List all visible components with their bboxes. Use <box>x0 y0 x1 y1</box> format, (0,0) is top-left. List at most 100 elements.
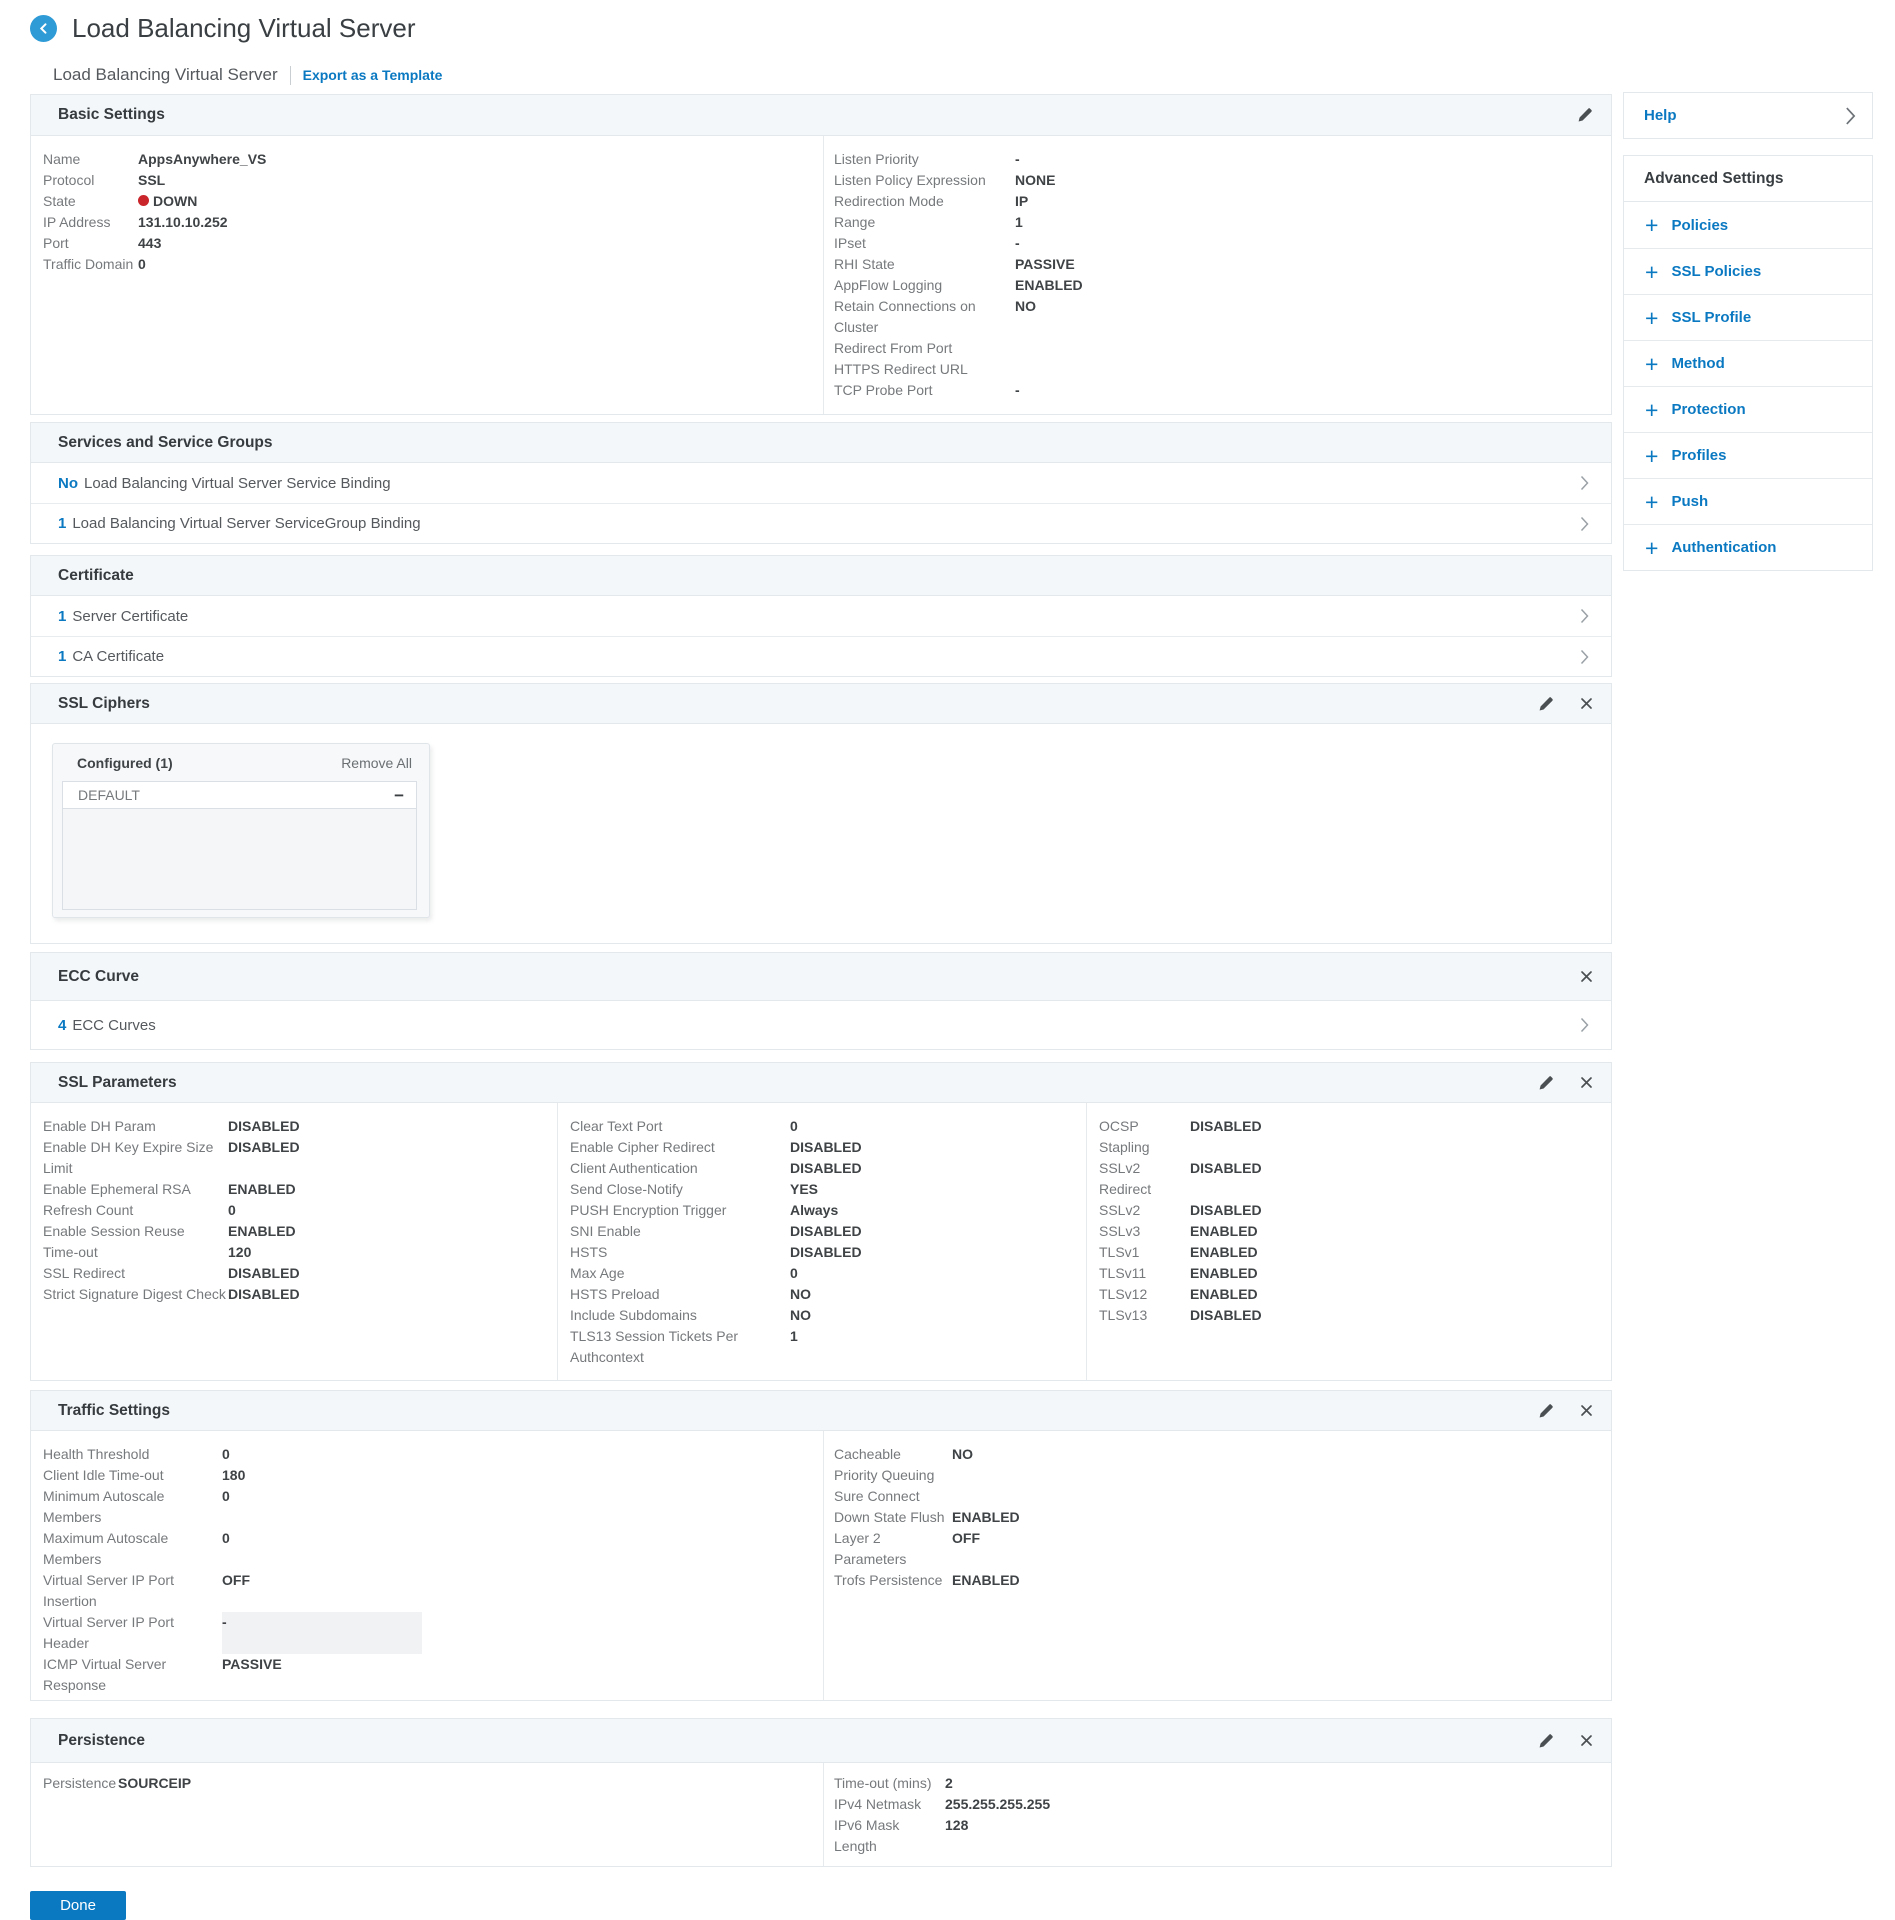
binding-count: 4 <box>58 1017 66 1034</box>
field-row: Layer 2 Parameters OFF <box>834 1528 1611 1570</box>
field-value: OFF <box>222 1570 250 1612</box>
field-row: Client Idle Time-out 180 <box>43 1465 823 1486</box>
ecc-curve-title: ECC Curve <box>58 968 139 986</box>
close-ssl-ciphers-button[interactable] <box>1580 697 1593 710</box>
export-as-template-link[interactable]: Export as a Template <box>303 67 443 83</box>
field-value: ENABLED <box>1190 1221 1258 1242</box>
edit-ssl-parameters-button[interactable] <box>1538 1075 1554 1091</box>
chevron-right-icon <box>1580 608 1589 624</box>
field-label: Enable DH Key Expire Size Limit <box>43 1137 228 1179</box>
field-value: - <box>222 1612 422 1654</box>
plus-icon: + <box>1645 308 1658 328</box>
chevron-right-icon <box>1580 1017 1589 1033</box>
field-row: Redirection Mode IP <box>834 191 1611 212</box>
field-row: Listen Policy Expression NONE <box>834 170 1611 191</box>
field-row: Health Threshold 0 <box>43 1444 823 1465</box>
field-label: HTTPS Redirect URL <box>834 359 1015 380</box>
advanced-settings-item[interactable]: + SSL Policies <box>1624 248 1872 294</box>
field-row: SSLv2 Redirect DISABLED <box>1099 1158 1611 1200</box>
cipher-list: DEFAULT − <box>62 781 417 910</box>
field-value: 0 <box>138 254 146 275</box>
field-label: SSLv3 <box>1099 1221 1190 1242</box>
persistence-header: Persistence <box>31 1719 1611 1763</box>
field-row: Max Age 0 <box>570 1263 1086 1284</box>
field-value: OFF <box>952 1528 980 1570</box>
cipher-list-item[interactable]: DEFAULT − <box>63 782 416 809</box>
binding-count: No <box>58 475 78 492</box>
field-label: Client Idle Time-out <box>43 1465 222 1486</box>
field-value: DISABLED <box>228 1263 300 1284</box>
close-ssl-parameters-button[interactable] <box>1580 1076 1593 1089</box>
field-row: Virtual Server IP Port Header - <box>43 1612 823 1654</box>
ssl-ciphers-title: SSL Ciphers <box>58 695 150 713</box>
field-value: DISABLED <box>228 1284 300 1305</box>
traffic-settings-title: Traffic Settings <box>58 1402 170 1420</box>
field-label: Persistence <box>43 1773 118 1794</box>
plus-icon: + <box>1645 538 1658 558</box>
panel-persistence: Persistence Persistence SOURCEIP <box>30 1718 1612 1867</box>
pencil-icon <box>1577 107 1593 123</box>
advanced-settings-item[interactable]: + Policies <box>1624 202 1872 248</box>
field-label: Include Subdomains <box>570 1305 790 1326</box>
field-value: 180 <box>222 1465 245 1486</box>
edit-persistence-button[interactable] <box>1538 1733 1554 1749</box>
advanced-settings-item[interactable]: + Push <box>1624 478 1872 524</box>
field-label: Time-out (mins) <box>834 1773 945 1794</box>
field-label: SSL Redirect <box>43 1263 228 1284</box>
binding-row[interactable]: No Load Balancing Virtual Server Service… <box>31 463 1611 503</box>
field-row: Traffic Domain 0 <box>43 254 823 275</box>
chevron-right-icon <box>1845 106 1856 126</box>
services-header: Services and Service Groups <box>31 423 1611 463</box>
remove-all-button[interactable]: Remove All <box>341 755 412 771</box>
plus-icon: + <box>1645 262 1658 282</box>
field-row: OCSP Stapling DISABLED <box>1099 1116 1611 1158</box>
field-row: Enable DH Param DISABLED <box>43 1116 557 1137</box>
binding-row[interactable]: 4 ECC Curves <box>31 1001 1611 1049</box>
binding-text: Load Balancing Virtual Server ServiceGro… <box>72 515 420 532</box>
breadcrumb-divider <box>290 66 291 85</box>
field-value: DOWN <box>138 191 197 212</box>
field-row: Listen Priority - <box>834 149 1611 170</box>
minus-icon[interactable]: − <box>394 787 404 804</box>
edit-traffic-settings-button[interactable] <box>1538 1403 1554 1419</box>
back-button[interactable] <box>30 15 57 42</box>
edit-basic-settings-button[interactable] <box>1577 107 1593 123</box>
field-label: SSLv2 <box>1099 1200 1190 1221</box>
binding-row[interactable]: 1 Server Certificate <box>31 596 1611 636</box>
basic-settings-header: Basic Settings <box>31 95 1611 136</box>
field-row: TLSv12 ENABLED <box>1099 1284 1611 1305</box>
field-row: State DOWN <box>43 191 823 212</box>
edit-ssl-ciphers-button[interactable] <box>1538 696 1554 712</box>
done-button[interactable]: Done <box>30 1891 126 1920</box>
advanced-settings-item[interactable]: + SSL Profile <box>1624 294 1872 340</box>
field-row: IP Address 131.10.10.252 <box>43 212 823 233</box>
field-value: 0 <box>228 1200 236 1221</box>
field-row: AppFlow Logging ENABLED <box>834 275 1611 296</box>
advanced-settings-item[interactable]: + Protection <box>1624 386 1872 432</box>
chevron-right-icon <box>1580 516 1589 532</box>
close-traffic-settings-button[interactable] <box>1580 1404 1593 1417</box>
field-row: HSTS Preload NO <box>570 1284 1086 1305</box>
close-icon <box>1580 1734 1593 1747</box>
advanced-settings-title: Advanced Settings <box>1624 156 1872 202</box>
field-value: Always <box>790 1200 838 1221</box>
field-row: Enable Ephemeral RSA ENABLED <box>43 1179 557 1200</box>
field-value: 255.255.255.255 <box>945 1794 1050 1815</box>
close-ecc-curve-button[interactable] <box>1580 970 1593 983</box>
advanced-settings-item[interactable]: + Method <box>1624 340 1872 386</box>
help-panel[interactable]: Help <box>1623 92 1873 139</box>
advanced-settings-item[interactable]: + Profiles <box>1624 432 1872 478</box>
close-persistence-button[interactable] <box>1580 1734 1593 1747</box>
binding-row[interactable]: 1 CA Certificate <box>31 636 1611 676</box>
ssl-ciphers-body: Configured (1) Remove All DEFAULT − <box>31 724 1611 943</box>
field-value: DISABLED <box>228 1116 300 1137</box>
binding-row[interactable]: 1 Load Balancing Virtual Server ServiceG… <box>31 503 1611 543</box>
field-value: AppsAnywhere_VS <box>138 149 266 170</box>
field-label: Enable Cipher Redirect <box>570 1137 790 1158</box>
pencil-icon <box>1538 1733 1554 1749</box>
field-row: Down State Flush ENABLED <box>834 1507 1611 1528</box>
field-value: DISABLED <box>790 1221 862 1242</box>
field-row: Redirect From Port <box>834 338 1611 359</box>
advanced-settings-item[interactable]: + Authentication <box>1624 524 1872 570</box>
titlebar: Load Balancing Virtual Server <box>30 14 1612 42</box>
